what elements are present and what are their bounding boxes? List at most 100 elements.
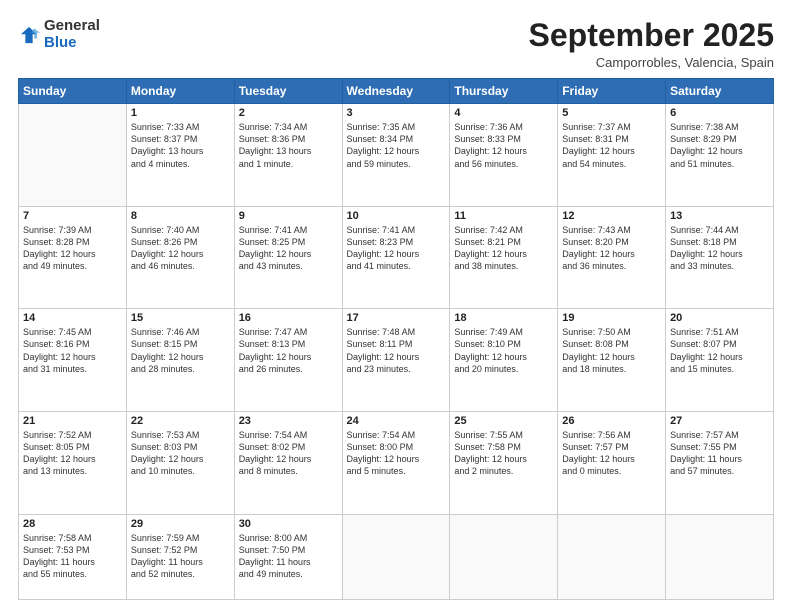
col-saturday: Saturday [666, 79, 774, 104]
col-friday: Friday [558, 79, 666, 104]
table-row: 7Sunrise: 7:39 AM Sunset: 8:28 PM Daylig… [19, 206, 127, 309]
logo-text: General Blue [44, 18, 100, 51]
table-row: 2Sunrise: 7:34 AM Sunset: 8:36 PM Daylig… [234, 104, 342, 207]
table-row: 21 Sunrise: 7:52 AM Sunset: 8:05 PM Dayli… [19, 411, 127, 514]
table-row: 26 Sunrise: 7:56 AM Sunset: 7:57 PM Dayli… [558, 411, 666, 514]
logo: General Blue [18, 18, 100, 51]
day-info: Sunrise: 7:44 AM Sunset: 8:18 PM Dayligh… [670, 224, 769, 273]
table-row: 13 Sunrise: 7:44 AM Sunset: 8:18 PM Dayli… [666, 206, 774, 309]
logo-general-text: General [44, 18, 100, 35]
day-number: 25 [454, 415, 553, 427]
day-number: 30 [239, 518, 338, 530]
day-number: 28 [23, 518, 122, 530]
table-row: 10 Sunrise: 7:41 AM Sunset: 8:23 PM Dayli… [342, 206, 450, 309]
table-row [19, 104, 127, 207]
day-info: Sunrise: 8:00 AM Sunset: 7:50 PM Dayligh… [239, 532, 338, 581]
table-row: 20 Sunrise: 7:51 AM Sunset: 8:07 PM Dayli… [666, 309, 774, 412]
table-row: 15 Sunrise: 7:46 AM Sunset: 8:15 PM Dayli… [126, 309, 234, 412]
day-info: Sunrise: 7:57 AM Sunset: 7:55 PM Dayligh… [670, 429, 769, 478]
day-info: Sunrise: 7:56 AM Sunset: 7:57 PM Dayligh… [562, 429, 661, 478]
table-row: 22 Sunrise: 7:53 AM Sunset: 8:03 PM Dayli… [126, 411, 234, 514]
calendar-table: Sunday Monday Tuesday Wednesday Thursday… [18, 78, 774, 600]
day-number: 1 [131, 107, 230, 119]
day-number: 22 [131, 415, 230, 427]
logo-icon [18, 24, 40, 46]
day-number: 14 [23, 312, 122, 324]
col-tuesday: Tuesday [234, 79, 342, 104]
table-row: 19 Sunrise: 7:50 AM Sunset: 8:08 PM Dayli… [558, 309, 666, 412]
day-info: Sunrise: 7:45 AM Sunset: 8:16 PM Dayligh… [23, 326, 122, 375]
day-number: 20 [670, 312, 769, 324]
table-row: 16Sunrise: 7:47 AM Sunset: 8:13 PM Dayli… [234, 309, 342, 412]
day-number: 13 [670, 210, 769, 222]
calendar-header-row: Sunday Monday Tuesday Wednesday Thursday… [19, 79, 774, 104]
day-number: 15 [131, 312, 230, 324]
table-row: 5 Sunrise: 7:37 AM Sunset: 8:31 PM Daylig… [558, 104, 666, 207]
day-number: 10 [347, 210, 446, 222]
col-sunday: Sunday [19, 79, 127, 104]
day-number: 26 [562, 415, 661, 427]
table-row: 25 Sunrise: 7:55 AM Sunset: 7:58 PM Dayli… [450, 411, 558, 514]
day-info: Sunrise: 7:40 AM Sunset: 8:26 PM Dayligh… [131, 224, 230, 273]
day-number: 9 [239, 210, 338, 222]
day-info: Sunrise: 7:41 AM Sunset: 8:25 PM Dayligh… [239, 224, 338, 273]
day-number: 5 [562, 107, 661, 119]
day-info: Sunrise: 7:53 AM Sunset: 8:03 PM Dayligh… [131, 429, 230, 478]
table-row [342, 514, 450, 600]
table-row: 12 Sunrise: 7:43 AM Sunset: 8:20 PM Dayli… [558, 206, 666, 309]
day-info: Sunrise: 7:41 AM Sunset: 8:23 PM Dayligh… [347, 224, 446, 273]
day-number: 19 [562, 312, 661, 324]
header: General Blue September 2025 Camporrobles… [18, 18, 774, 70]
day-info: Sunrise: 7:59 AM Sunset: 7:52 PM Dayligh… [131, 532, 230, 581]
day-number: 6 [670, 107, 769, 119]
day-info: Sunrise: 7:37 AM Sunset: 8:31 PM Dayligh… [562, 121, 661, 170]
day-number: 23 [239, 415, 338, 427]
table-row [450, 514, 558, 600]
logo-blue-text: Blue [44, 35, 100, 52]
day-number: 2 [239, 107, 338, 119]
day-info: Sunrise: 7:51 AM Sunset: 8:07 PM Dayligh… [670, 326, 769, 375]
col-monday: Monday [126, 79, 234, 104]
day-info: Sunrise: 7:43 AM Sunset: 8:20 PM Dayligh… [562, 224, 661, 273]
day-number: 27 [670, 415, 769, 427]
col-thursday: Thursday [450, 79, 558, 104]
day-number: 29 [131, 518, 230, 530]
day-number: 4 [454, 107, 553, 119]
day-info: Sunrise: 7:54 AM Sunset: 8:02 PM Dayligh… [239, 429, 338, 478]
day-info: Sunrise: 7:47 AM Sunset: 8:13 PM Dayligh… [239, 326, 338, 375]
day-number: 12 [562, 210, 661, 222]
month-title: September 2025 [529, 18, 774, 53]
table-row: 11Sunrise: 7:42 AM Sunset: 8:21 PM Dayli… [450, 206, 558, 309]
table-row: 17 Sunrise: 7:48 AM Sunset: 8:11 PM Dayli… [342, 309, 450, 412]
day-info: Sunrise: 7:38 AM Sunset: 8:29 PM Dayligh… [670, 121, 769, 170]
table-row: 30 Sunrise: 8:00 AM Sunset: 7:50 PM Dayli… [234, 514, 342, 600]
day-info: Sunrise: 7:58 AM Sunset: 7:53 PM Dayligh… [23, 532, 122, 581]
table-row: 23 Sunrise: 7:54 AM Sunset: 8:02 PM Dayli… [234, 411, 342, 514]
day-info: Sunrise: 7:35 AM Sunset: 8:34 PM Dayligh… [347, 121, 446, 170]
table-row: 3 Sunrise: 7:35 AM Sunset: 8:34 PM Daylig… [342, 104, 450, 207]
table-row [666, 514, 774, 600]
location: Camporrobles, Valencia, Spain [529, 55, 774, 70]
day-number: 3 [347, 107, 446, 119]
day-info: Sunrise: 7:36 AM Sunset: 8:33 PM Dayligh… [454, 121, 553, 170]
table-row: 6 Sunrise: 7:38 AM Sunset: 8:29 PM Daylig… [666, 104, 774, 207]
day-number: 18 [454, 312, 553, 324]
day-number: 8 [131, 210, 230, 222]
col-wednesday: Wednesday [342, 79, 450, 104]
table-row: 4 Sunrise: 7:36 AM Sunset: 8:33 PM Daylig… [450, 104, 558, 207]
day-info: Sunrise: 7:55 AM Sunset: 7:58 PM Dayligh… [454, 429, 553, 478]
day-info: Sunrise: 7:52 AM Sunset: 8:05 PM Dayligh… [23, 429, 122, 478]
day-info: Sunrise: 7:46 AM Sunset: 8:15 PM Dayligh… [131, 326, 230, 375]
day-info: Sunrise: 7:49 AM Sunset: 8:10 PM Dayligh… [454, 326, 553, 375]
table-row: 29 Sunrise: 7:59 AM Sunset: 7:52 PM Dayli… [126, 514, 234, 600]
day-info: Sunrise: 7:54 AM Sunset: 8:00 PM Dayligh… [347, 429, 446, 478]
table-row: 18 Sunrise: 7:49 AM Sunset: 8:10 PM Dayli… [450, 309, 558, 412]
day-number: 21 [23, 415, 122, 427]
day-info: Sunrise: 7:42 AM Sunset: 8:21 PM Dayligh… [454, 224, 553, 273]
table-row [558, 514, 666, 600]
day-info: Sunrise: 7:50 AM Sunset: 8:08 PM Dayligh… [562, 326, 661, 375]
table-row: 8 Sunrise: 7:40 AM Sunset: 8:26 PM Daylig… [126, 206, 234, 309]
day-info: Sunrise: 7:48 AM Sunset: 8:11 PM Dayligh… [347, 326, 446, 375]
day-number: 17 [347, 312, 446, 324]
day-number: 24 [347, 415, 446, 427]
